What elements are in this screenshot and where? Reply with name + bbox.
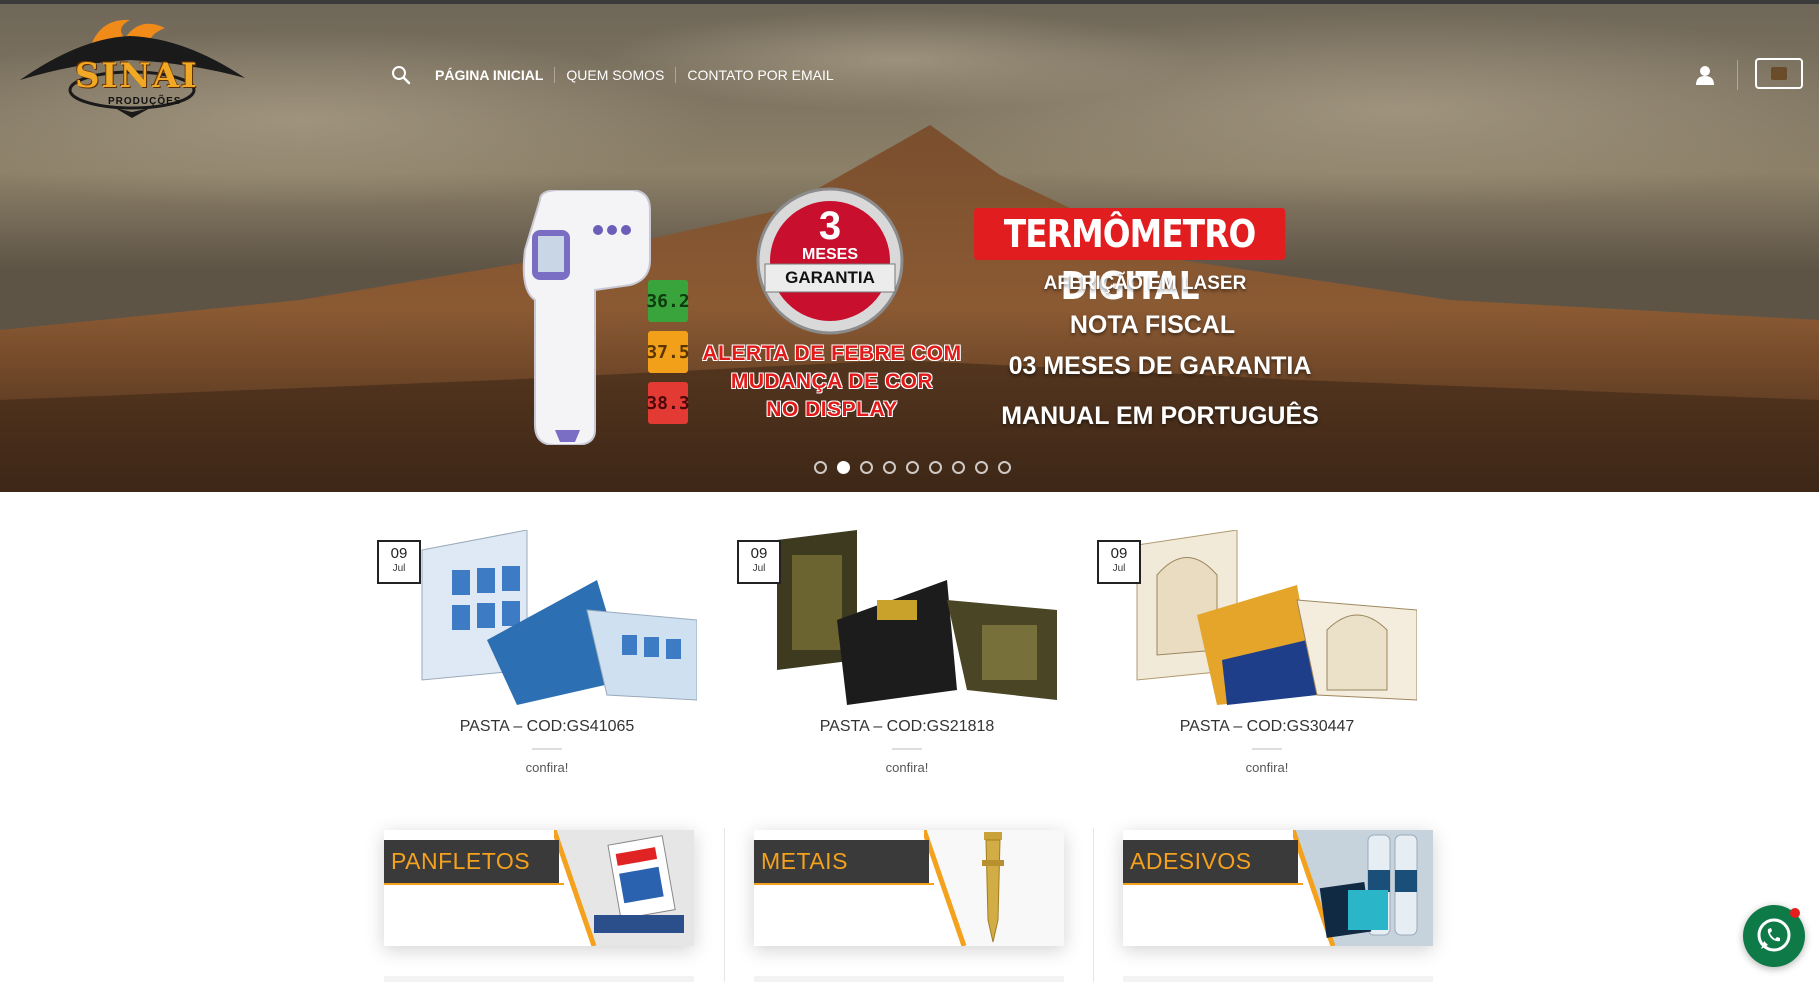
nav-item-contato-por-email[interactable]: CONTATO POR EMAIL <box>675 67 844 83</box>
category-image <box>924 830 1064 946</box>
header-divider <box>1737 60 1738 90</box>
slider-dots <box>814 461 1011 474</box>
slider-dot[interactable] <box>998 461 1011 474</box>
slide-feature: NOTA FISCAL <box>1069 311 1236 339</box>
product-link[interactable]: confira! <box>737 760 1077 775</box>
date-badge[interactable]: 09 Jul <box>1097 540 1141 584</box>
category-card-next <box>754 976 1064 982</box>
logo-text: SINAI <box>75 56 199 96</box>
date-day: 09 <box>750 545 768 562</box>
slider-dot[interactable] <box>906 461 919 474</box>
slider-dot[interactable] <box>837 461 850 474</box>
indicator-orange: 37.5 <box>646 331 690 373</box>
date-month: Jul <box>752 563 766 574</box>
slider-dot[interactable] <box>883 461 896 474</box>
product-title[interactable]: PASTA – COD:GS41065 <box>377 718 717 736</box>
alert-line: NO DISPLAY <box>766 398 898 421</box>
slider-dot[interactable] <box>814 461 827 474</box>
nav-item-quem-somos[interactable]: QUEM SOMOS <box>554 67 675 83</box>
slider-dot[interactable] <box>860 461 873 474</box>
slide-feature: MANUAL EM PORTUGUÊS <box>1001 402 1319 430</box>
title-divider <box>532 748 562 750</box>
category-underline <box>754 883 934 885</box>
slide-feature: AFERIÇÃO EM LASER <box>1043 273 1247 294</box>
product-card[interactable]: 09 Jul PASTA – COD:GS30447 confira! <box>1097 520 1427 780</box>
badge-number: 3 <box>818 204 842 248</box>
product-image <box>1136 530 1417 705</box>
search-icon[interactable] <box>390 64 412 86</box>
alert-line: ALERTA DE FEBRE COM <box>702 342 962 365</box>
slider-dot[interactable] <box>929 461 942 474</box>
title-divider <box>892 748 922 750</box>
alert-line: MUDANÇA DE COR <box>730 370 934 393</box>
category-card-adesivos[interactable]: ADESIVOS <box>1123 830 1433 946</box>
indicator-green: 36.2 <box>646 280 690 322</box>
nav-item-pagina-inicial[interactable]: PÁGINA INICIAL <box>424 67 554 83</box>
product-card[interactable]: 09 Jul PASTA – COD:GS21818 confira! <box>737 520 1067 780</box>
product-image <box>421 530 697 705</box>
category-label: METAIS <box>761 848 848 874</box>
fever-alert-text: ALERTA DE FEBRE COM MUDANÇA DE COR NO DI… <box>692 340 972 424</box>
product-link[interactable]: confira! <box>1097 760 1437 775</box>
category-underline <box>384 883 564 885</box>
date-day: 09 <box>390 545 408 562</box>
category-image <box>554 830 694 946</box>
top-border <box>0 0 1819 4</box>
category-label: ADESIVOS <box>1130 848 1252 874</box>
date-month: Jul <box>392 563 406 574</box>
product-title[interactable]: PASTA – COD:GS30447 <box>1097 718 1437 736</box>
logo-subtext: PRODUÇÕES <box>108 96 182 107</box>
slide-feature: 03 MESES DE GARANTIA <box>1008 352 1312 380</box>
cart-button[interactable] <box>1755 58 1803 89</box>
category-card-next <box>1123 976 1433 982</box>
slider-dot[interactable] <box>975 461 988 474</box>
thermometer-image <box>522 190 651 445</box>
product-link[interactable]: confira! <box>377 760 717 775</box>
date-badge[interactable]: 09 Jul <box>737 540 781 584</box>
column-divider <box>1093 828 1094 982</box>
date-badge[interactable]: 09 Jul <box>377 540 421 584</box>
product-image <box>777 530 1057 705</box>
main-nav: PÁGINA INICIAL QUEM SOMOS CONTATO POR EM… <box>390 64 845 86</box>
indicator-red: 38.3 <box>646 382 690 424</box>
user-icon[interactable] <box>1694 64 1716 86</box>
site-logo[interactable]: SINAI PRODUÇÕES <box>20 8 245 126</box>
category-card-panfletos[interactable]: PANFLETOS <box>384 830 694 946</box>
slide-title: TERMÔMETRO DIGITAL <box>974 208 1286 308</box>
product-card[interactable]: 09 Jul PASTA – COD:GS41065 confira! <box>377 520 707 780</box>
category-underline <box>1123 883 1303 885</box>
date-day: 09 <box>1110 545 1128 562</box>
slider-dot[interactable] <box>952 461 965 474</box>
column-divider <box>724 828 725 982</box>
category-label: PANFLETOS <box>391 848 531 874</box>
warranty-badge: 3 MESES GARANTIA <box>755 186 905 336</box>
title-divider <box>1252 748 1282 750</box>
badge-line2: GARANTIA <box>785 268 875 287</box>
notification-dot <box>1790 908 1800 918</box>
cart-icon <box>1771 67 1787 80</box>
hero-slider: SINAI PRODUÇÕES PÁGINA INICIAL QUEM SOMO… <box>0 0 1819 492</box>
date-month: Jul <box>1112 563 1126 574</box>
category-image <box>1293 830 1433 946</box>
badge-line1: MESES <box>801 246 858 263</box>
category-card-metais[interactable]: METAIS <box>754 830 1064 946</box>
product-title[interactable]: PASTA – COD:GS21818 <box>737 718 1077 736</box>
category-card-next <box>384 976 694 982</box>
